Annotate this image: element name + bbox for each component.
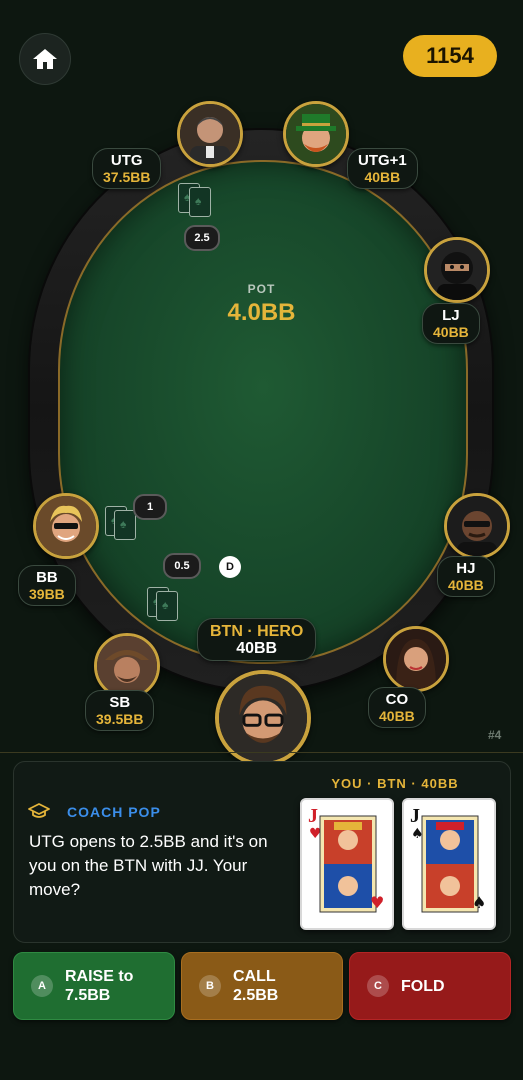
- utg-hole-card: [189, 187, 211, 217]
- utg-stack: 37.5BB: [103, 169, 151, 185]
- utg-avatar: [177, 101, 243, 167]
- co-stack: 40BB: [379, 708, 415, 724]
- coach-message: UTG opens to 2.5BB and it's on you on th…: [29, 832, 268, 899]
- raise-label: RAISE to 7.5BB: [65, 967, 133, 1005]
- sb-hole-card: [156, 591, 178, 621]
- svg-text:♠: ♠: [472, 893, 486, 912]
- lj-nameplate: LJ 40BB: [422, 303, 480, 344]
- sb-bet-chip: 0.5: [163, 553, 201, 579]
- hero-card-jack-of-hearts: J ♥ ♥: [300, 798, 394, 930]
- lj-position: LJ: [442, 307, 460, 324]
- co-avatar: [383, 626, 449, 692]
- hj-position: HJ: [456, 560, 476, 577]
- call-button[interactable]: B CALL 2.5BB: [181, 952, 343, 1020]
- graduation-cap-icon: [28, 803, 50, 818]
- call-label-line2: 2.5BB: [233, 987, 279, 1004]
- call-hotkey: B: [199, 975, 221, 997]
- lj-avatar: [424, 237, 490, 303]
- fold-label: FOLD: [401, 977, 445, 995]
- sb-nameplate: SB 39.5BB: [85, 690, 155, 731]
- call-label: CALL 2.5BB: [233, 967, 278, 1005]
- raise-label-line1: RAISE to: [65, 968, 134, 985]
- coach-title: COACH POP: [67, 804, 161, 820]
- dealer-button: D: [219, 556, 241, 578]
- sb-stack: 39.5BB: [96, 711, 144, 727]
- raise-hotkey: A: [31, 975, 53, 997]
- raise-button[interactable]: A RAISE to 7.5BB: [13, 952, 175, 1020]
- utg1-avatar: [283, 101, 349, 167]
- card-rank: J: [410, 805, 420, 827]
- hero-stack: 40BB: [236, 640, 278, 657]
- utg1-position: UTG+1: [358, 152, 407, 169]
- hj-avatar: [444, 493, 510, 559]
- home-icon: [33, 49, 57, 69]
- hand-number: #4: [488, 728, 502, 742]
- utg-bet-chip: 2.5: [184, 225, 220, 251]
- bb-avatar: [33, 493, 99, 559]
- hj-stack: 40BB: [448, 577, 484, 593]
- co-position: CO: [385, 691, 409, 708]
- sb-position: SB: [109, 694, 131, 711]
- utg1-stack: 40BB: [364, 169, 401, 185]
- hero-hand-label: YOU · BTN · 40BB: [331, 776, 459, 791]
- home-button[interactable]: [19, 33, 71, 85]
- utg-position: UTG: [110, 152, 143, 169]
- coin-balance-badge: 1154: [403, 35, 497, 77]
- card-rank: J: [308, 805, 318, 827]
- co-nameplate: CO 40BB: [368, 687, 426, 728]
- lj-stack: 40BB: [433, 324, 469, 340]
- bb-nameplate: BB 39BB: [18, 565, 76, 606]
- bb-position: BB: [36, 569, 58, 586]
- fold-hotkey: C: [367, 975, 389, 997]
- hero-position: BTN · HERO: [210, 623, 304, 640]
- bb-stack: 39BB: [29, 586, 65, 602]
- svg-text:♥: ♥: [370, 893, 384, 912]
- bb-hole-card: [114, 510, 136, 540]
- poker-table-felt: [58, 160, 468, 664]
- fold-button[interactable]: C FOLD: [349, 952, 511, 1020]
- utg-nameplate: UTG 37.5BB: [92, 148, 162, 189]
- call-label-line1: CALL: [233, 968, 276, 985]
- hero-nameplate: BTN · HERO 40BB: [197, 618, 317, 661]
- raise-label-line2: 7.5BB: [65, 987, 111, 1004]
- hero-card-jack-of-spades: J ♠ ♠: [402, 798, 496, 930]
- bb-bet-chip: 1: [133, 494, 167, 520]
- utg1-nameplate: UTG+1 40BB: [347, 148, 418, 189]
- hj-nameplate: HJ 40BB: [437, 556, 495, 597]
- divider: [0, 752, 523, 753]
